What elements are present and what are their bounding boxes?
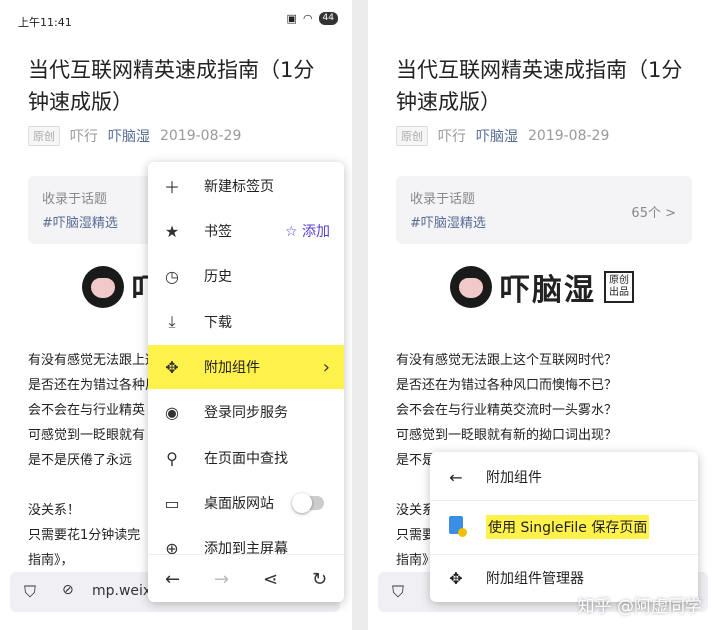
battery-icon: 44 [318, 12, 338, 25]
status-time: 上午11:41 [18, 16, 72, 29]
author-label: 吓行 [70, 129, 98, 145]
wifi-icon: ◠ [302, 12, 313, 25]
body-line: 是否还在为错过各种风口而懊悔不已？ [396, 378, 618, 393]
publish-date: 2019-08-29 [160, 128, 242, 144]
url-text[interactable]: mp.weix [92, 583, 151, 599]
addons-manager-label: 附加组件管理器 [486, 571, 584, 587]
article-title: 当代互联网精英速成指南（1分钟速成版） [28, 58, 315, 114]
article-meta: 原创 吓行 吓脑湿 2019-08-29 [396, 126, 609, 146]
topic-label: 收录于话题 [42, 192, 108, 207]
topic-label: 收录于话题 [410, 192, 476, 207]
menu-item-downloads[interactable]: ⤓ 下载 [148, 300, 344, 344]
puzzle-icon: ✥ [165, 357, 179, 377]
original-tag: 原创 [396, 126, 428, 146]
singlefile-icon [446, 516, 467, 538]
menu-item-desktop-site[interactable]: ▭ 桌面版网站 [148, 481, 344, 525]
body-line: 会不会在与行业精英交流时一头雾水？ [396, 403, 618, 418]
menu-item-label: 登录同步服务 [204, 405, 288, 421]
logo-text: 吓脑湿 [500, 273, 596, 308]
menu-item-label: 历史 [204, 269, 232, 285]
avatar [82, 266, 124, 308]
menu-item-label: 书签 [204, 224, 232, 240]
watermark-text: 知乎 @阿虚同学 [577, 597, 702, 617]
article-meta: 原创 吓行 吓脑湿 2019-08-29 [28, 126, 241, 146]
brand-logo: 吓脑湿 原创出品 [450, 262, 634, 312]
menu-item-sync-login[interactable]: ◉ 登录同步服务 [148, 390, 344, 434]
topic-link[interactable]: #吓脑湿精选 [42, 212, 118, 231]
addons-submenu: ← 附加组件 使用 SingleFile 保存页面 ✥ 附加组件管理器 [430, 452, 698, 602]
menu-item-bookmarks[interactable]: ★ 书签 ☆ 添加 [148, 209, 344, 253]
menu-item-find-in-page[interactable]: ⚲ 在页面中查找 [148, 436, 344, 480]
avatar [450, 266, 492, 308]
logo-subtext: 原创出品 [604, 271, 634, 303]
status-icons: ▣ ◠ 44 [287, 12, 338, 25]
topic-card[interactable]: 收录于话题 #吓脑湿精选 65个 > [396, 176, 692, 244]
singlefile-save-item[interactable]: 使用 SingleFile 保存页面 [430, 504, 698, 550]
menu-item-label: 桌面版网站 [204, 496, 274, 512]
shield-icon[interactable]: ⛉ [24, 582, 36, 602]
addons-back-row[interactable]: ← 附加组件 [430, 454, 698, 501]
notification-icon: ▣ [286, 12, 297, 25]
author-link[interactable]: 吓脑湿 [108, 126, 150, 146]
browser-menu: ＋ 新建标签页 ★ 书签 ☆ 添加 ◷ 历史 ⤓ 下载 ✥ 附加组件 › ◉ 登… [148, 162, 344, 602]
plus-icon: ＋ [163, 178, 180, 197]
topic-count: 65个 > [631, 206, 676, 221]
author-label: 吓行 [438, 129, 466, 145]
search-icon: ⚲ [166, 448, 178, 468]
menu-item-addons[interactable]: ✥ 附加组件 › [148, 345, 344, 389]
menu-item-history[interactable]: ◷ 历史 [148, 254, 344, 298]
forward-arrow-icon[interactable]: → [214, 569, 229, 590]
publish-date: 2019-08-29 [528, 128, 610, 144]
singlefile-label: 使用 SingleFile 保存页面 [486, 515, 650, 539]
left-screenshot: 上午11:41 ▣ ◠ 44 当代互联网精英速成指南（1分钟速成版） 原创 吓行… [0, 0, 352, 630]
desktop-site-toggle[interactable] [292, 493, 324, 513]
author-link[interactable]: 吓脑湿 [476, 126, 518, 146]
menu-item-label: 新建标签页 [204, 179, 274, 195]
article-title: 当代互联网精英速成指南（1分钟速成版） [396, 58, 683, 114]
reload-icon[interactable]: ↻ [312, 569, 327, 590]
clock-icon: ◷ [165, 266, 179, 286]
laptop-icon: ▭ [164, 493, 180, 513]
share-icon[interactable]: ⋖ [263, 569, 278, 590]
menu-nav-row: ← → ⋖ ↻ [148, 554, 344, 602]
chevron-right-icon: › [322, 356, 330, 378]
topic-link[interactable]: #吓脑湿精选 [410, 212, 486, 231]
menu-item-label: 下载 [204, 315, 232, 331]
permissions-icon[interactable]: ⊘ [62, 582, 74, 598]
body-line: 可感觉到一眨眼就有新的拗口词出现？ [396, 428, 618, 443]
shield-icon[interactable]: ⛉ [392, 582, 404, 602]
menu-item-label: 在页面中查找 [204, 451, 288, 467]
puzzle-icon: ✥ [449, 568, 463, 588]
body-line: 有没有感觉无法跟上这个互联网时代？ [396, 353, 618, 368]
star-icon: ★ [164, 221, 180, 241]
add-bookmark-button[interactable]: ☆ 添加 [285, 221, 330, 241]
status-bar [368, 0, 720, 34]
download-icon: ⤓ [168, 312, 176, 331]
menu-item-label: 附加组件 [204, 360, 260, 376]
menu-item-new-tab[interactable]: ＋ 新建标签页 [148, 164, 344, 208]
original-tag: 原创 [28, 126, 60, 146]
submenu-title: 附加组件 [486, 470, 542, 486]
back-arrow-icon[interactable]: ← [165, 569, 180, 590]
back-arrow-icon[interactable]: ← [446, 468, 466, 487]
status-bar: 上午11:41 ▣ ◠ 44 [0, 0, 352, 34]
account-icon: ◉ [165, 402, 179, 422]
